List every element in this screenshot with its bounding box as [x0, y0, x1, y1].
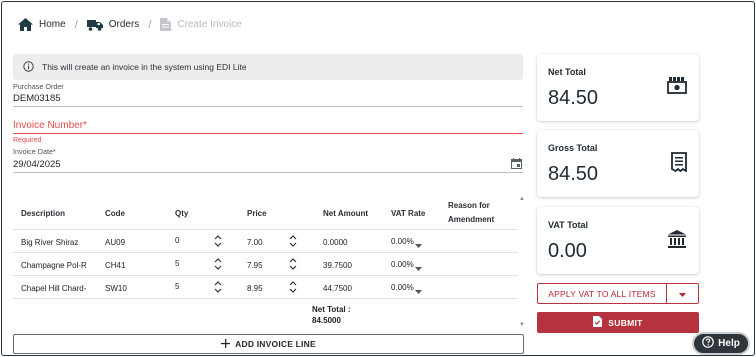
- invoice-date-field[interactable]: 29/04/2025: [13, 159, 61, 170]
- gross-total-card: Gross Total 84.50: [537, 130, 699, 197]
- row-divider: [13, 298, 518, 299]
- vat-rate-select[interactable]: 0.00%: [391, 237, 414, 246]
- qty-stepper[interactable]: [214, 280, 222, 296]
- page-frame: Home / Orders / Create Invoice This will…: [1, 1, 755, 356]
- breadcrumb-current: Create Invoice: [160, 18, 242, 31]
- document-icon: [160, 18, 172, 31]
- invoice-number-error: Required: [13, 137, 42, 144]
- cell-code: AU09: [105, 238, 126, 247]
- price-input[interactable]: 7.00: [247, 238, 263, 247]
- apply-vat-button-group: APPLY VAT TO ALL ITEMS: [537, 283, 699, 304]
- add-invoice-line-label: ADD INVOICE LINE: [235, 339, 316, 349]
- vat-total-card: VAT Total 0.00: [537, 207, 699, 274]
- breadcrumb-separator: /: [148, 18, 152, 31]
- calendar-icon[interactable]: [511, 158, 522, 171]
- column-header-qty: Qty: [175, 209, 189, 218]
- row-divider: [13, 275, 518, 276]
- info-banner: This will create an invoice in the syste…: [13, 54, 523, 80]
- cell-code: SW10: [105, 284, 127, 293]
- info-icon: [23, 60, 34, 74]
- help-label: Help: [718, 338, 740, 349]
- bank-icon: [667, 229, 687, 251]
- invoice-number-input[interactable]: [13, 120, 523, 132]
- qty-stepper[interactable]: [214, 234, 222, 250]
- column-header-net-amount: Net Amount: [323, 209, 369, 218]
- invoice-date-underline: [13, 172, 523, 173]
- vat-rate-select[interactable]: 0.00%: [391, 260, 414, 269]
- breadcrumb-home[interactable]: Home: [18, 18, 66, 31]
- invoice-number-underline: [13, 133, 523, 134]
- cell-description: Champagne Pol-R: [21, 261, 87, 270]
- file-icon: [593, 316, 603, 329]
- cell-code: CH41: [105, 261, 126, 270]
- column-header-price: Price: [247, 209, 267, 218]
- table-net-total-value: 84.5000: [312, 316, 341, 325]
- column-header-reason-line2: Amendment: [448, 215, 495, 224]
- breadcrumb: Home / Orders / Create Invoice: [18, 18, 242, 31]
- vat-rate-select[interactable]: 0.00%: [391, 283, 414, 292]
- cell-description: Big River Shiraz: [21, 238, 79, 247]
- purchase-order-underline: [13, 106, 523, 107]
- chevron-down-icon: [679, 289, 686, 299]
- home-icon: [18, 18, 33, 31]
- gross-total-value: 84.50: [548, 163, 599, 185]
- invoice-date-label: Invoice Date*: [13, 147, 56, 156]
- breadcrumb-separator: /: [74, 18, 78, 31]
- breadcrumb-orders[interactable]: Orders: [86, 19, 140, 31]
- price-stepper[interactable]: [289, 257, 297, 273]
- breadcrumb-orders-label: Orders: [108, 19, 140, 30]
- purchase-order-field[interactable]: DEM03185: [13, 93, 61, 104]
- cell-net-amount: 39.7500: [323, 261, 352, 270]
- truck-icon: [86, 19, 103, 31]
- column-header-description: Description: [21, 209, 66, 218]
- breadcrumb-home-label: Home: [39, 19, 66, 30]
- price-input[interactable]: 8.95: [247, 284, 263, 293]
- net-total-value: 84.50: [548, 87, 599, 109]
- qty-stepper[interactable]: [214, 257, 222, 273]
- chevron-down-icon[interactable]: [415, 286, 422, 296]
- cash-icon: [667, 76, 687, 98]
- row-divider: [13, 252, 518, 253]
- net-total-card: Net Total 84.50: [537, 54, 699, 121]
- chevron-down-icon[interactable]: [415, 263, 422, 273]
- price-stepper[interactable]: [289, 280, 297, 296]
- cell-net-amount: 0.0000: [323, 238, 348, 247]
- plus-icon: [221, 338, 231, 350]
- info-text: This will create an invoice in the syste…: [42, 62, 247, 72]
- question-icon: [702, 336, 714, 351]
- cell-description: Chapel Hill Chard-: [21, 284, 87, 293]
- column-header-code: Code: [105, 209, 125, 218]
- column-header-vat-rate: VAT Rate: [391, 209, 426, 218]
- submit-label: SUBMIT: [608, 317, 643, 328]
- vat-total-title: VAT Total: [548, 220, 588, 230]
- price-stepper[interactable]: [289, 234, 297, 250]
- column-header-reason-line1: Reason for: [448, 201, 490, 210]
- qty-input[interactable]: 5: [175, 282, 179, 291]
- purchase-order-label: Purchase Order: [13, 82, 64, 91]
- apply-vat-dropdown-button[interactable]: [666, 284, 698, 303]
- submit-button[interactable]: SUBMIT: [537, 312, 699, 333]
- receipt-icon: [671, 152, 687, 174]
- cell-net-amount: 44.7500: [323, 284, 352, 293]
- net-total-title: Net Total: [548, 67, 586, 77]
- chevron-down-icon[interactable]: [415, 240, 422, 250]
- apply-vat-button[interactable]: APPLY VAT TO ALL ITEMS: [538, 284, 666, 303]
- vat-total-value: 0.00: [548, 240, 587, 262]
- qty-input[interactable]: 0: [175, 236, 179, 245]
- table-net-total-label: Net Total :: [312, 305, 351, 314]
- gross-total-title: Gross Total: [548, 143, 598, 153]
- add-invoice-line-button[interactable]: ADD INVOICE LINE: [13, 334, 524, 354]
- row-divider: [13, 229, 518, 230]
- scroll-down-arrow[interactable]: ▼: [519, 322, 525, 328]
- breadcrumb-current-label: Create Invoice: [177, 19, 242, 30]
- price-input[interactable]: 7.95: [247, 261, 263, 270]
- help-button[interactable]: Help: [692, 332, 750, 355]
- qty-input[interactable]: 5: [175, 259, 179, 268]
- scroll-up-arrow[interactable]: ▲: [519, 196, 525, 202]
